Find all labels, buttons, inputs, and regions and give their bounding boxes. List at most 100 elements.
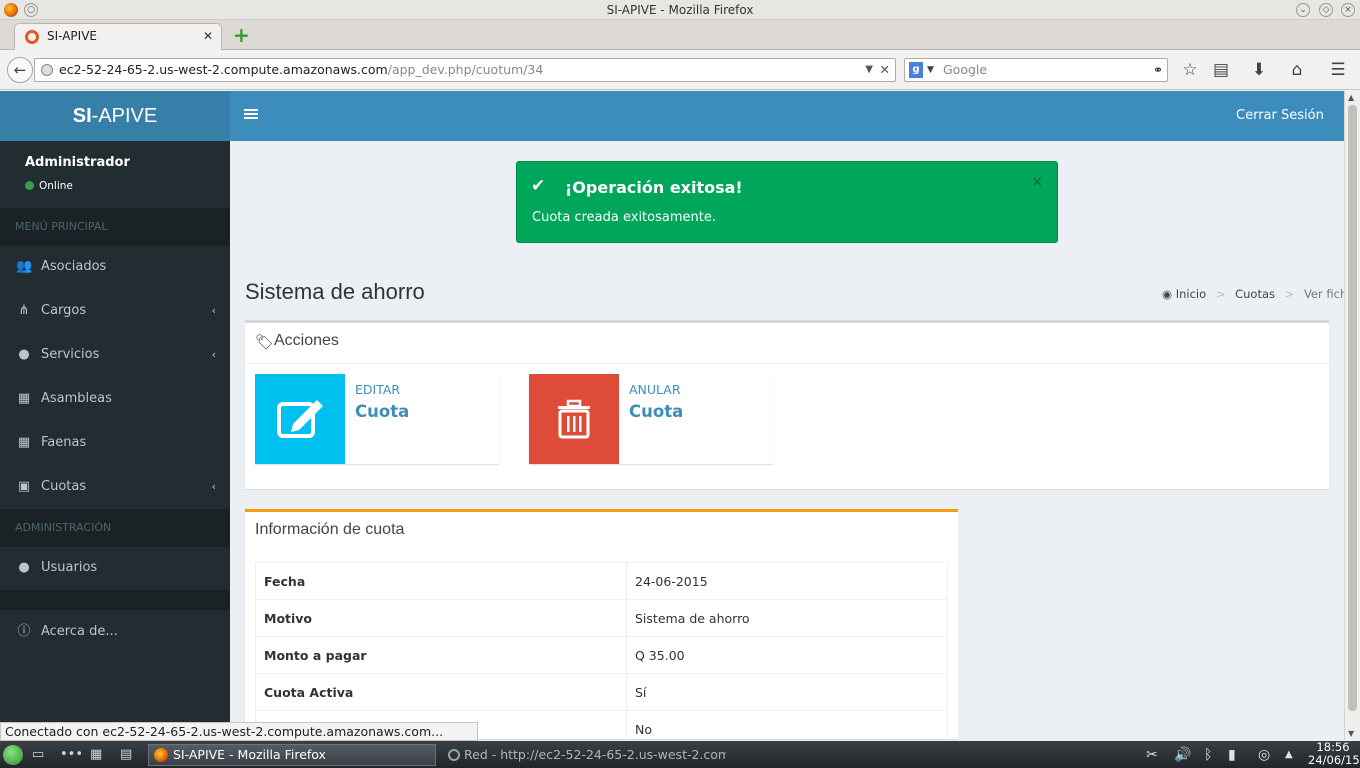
url-bar[interactable]: ec2-52-24-65-2.us-west-2.compute.amazona…	[34, 58, 896, 82]
reading-list-icon[interactable]: ▤	[1211, 60, 1231, 80]
firefox-logo-icon	[154, 748, 168, 762]
google-icon[interactable]: g	[909, 62, 923, 78]
row-value: Sí	[626, 673, 948, 711]
home-icon[interactable]: ⌂	[1287, 60, 1307, 80]
sidebar-toggle-icon[interactable]	[244, 107, 258, 123]
close-window-button[interactable]: ×	[1341, 3, 1355, 17]
breadcrumb-cuotas[interactable]: Cuotas	[1235, 287, 1275, 301]
workspace-icon[interactable]: ▦	[90, 746, 102, 764]
users-icon: 👥	[16, 259, 33, 274]
sidebar-item-label: Asociados	[41, 259, 107, 274]
sidebar-section-main: MENÚ PRINCIPAL	[0, 208, 230, 246]
void-label: ANULAR	[629, 382, 681, 397]
download-icon[interactable]: ⬇	[1249, 60, 1269, 80]
chevron-down-icon[interactable]: ▼	[865, 59, 873, 81]
sidebar-item-faenas[interactable]: ▦ Faenas	[0, 421, 230, 465]
more-icon[interactable]: •••	[60, 746, 83, 764]
chevron-left-icon: ‹	[211, 304, 216, 317]
sidebar-item-asociados[interactable]: 👥 Asociados	[0, 245, 230, 289]
void-target: Cuota	[629, 402, 684, 421]
sidebar-item-label: Servicios	[41, 347, 100, 362]
sidebar-section-admin: ADMINISTRACIÓN	[0, 509, 230, 547]
new-tab-button[interactable]: +	[233, 25, 250, 45]
chevron-left-icon: ‹	[211, 480, 216, 493]
taskbar-task-firefox[interactable]: SI-APIVE - Mozilla Firefox	[148, 744, 436, 766]
tint-icon: ●	[18, 347, 30, 362]
tray-expand-icon[interactable]: ▲	[1285, 746, 1293, 764]
user-name: Administrador	[25, 155, 130, 170]
success-alert: ✔ ¡Operación exitosa! Cuota creada exito…	[516, 161, 1058, 243]
breadcrumb-home[interactable]: Inicio	[1176, 287, 1206, 301]
logo-bold: SI	[72, 105, 92, 127]
row-value: 24-06-2015	[626, 562, 948, 600]
firefox-logo-icon	[4, 3, 18, 17]
url-host: ec2-52-24-65-2.us-west-2.compute.amazona…	[59, 62, 388, 77]
scroll-down-icon[interactable]: ▼	[1348, 729, 1354, 738]
dashboard-icon: ◉	[1162, 287, 1173, 301]
tools-icon[interactable]: ✂	[1146, 746, 1158, 764]
back-button[interactable]: ←	[7, 57, 33, 83]
clock[interactable]: 18:56 24/06/15	[1308, 741, 1360, 767]
sitemap-icon: ⋔	[18, 303, 30, 318]
binoculars-icon[interactable]: ⚭	[1153, 59, 1163, 81]
scroll-up-icon[interactable]: ▲	[1348, 93, 1354, 102]
app-logo[interactable]: SI-APIVE	[0, 91, 230, 141]
browser-status-text: Conectado con ec2-52-24-65-2.us-west-2.c…	[0, 722, 478, 741]
chevron-down-icon[interactable]: ▼	[927, 59, 934, 81]
sidebar-item-label: Usuarios	[41, 560, 98, 575]
sidebar-item-usuarios[interactable]: ● Usuarios	[0, 546, 230, 590]
table-row: Cuota Activa Sí	[255, 673, 948, 711]
menu-icon[interactable]: ☰	[1328, 60, 1348, 80]
bluetooth-icon[interactable]: ᛒ	[1204, 746, 1212, 764]
window-titlebar: ○ SI-APIVE - Mozilla Firefox ⌄ ◇ ×	[0, 0, 1360, 20]
battery-icon[interactable]: ▮	[1228, 746, 1236, 764]
actions-box-header	[245, 323, 1329, 364]
edit-cuota-button[interactable]: EDITAR Cuota	[255, 374, 499, 464]
bookmark-star-icon[interactable]: ☆	[1180, 60, 1200, 80]
row-key: Fecha	[255, 562, 627, 600]
row-value: Q 35.00	[626, 636, 948, 674]
sidebar-item-about[interactable]: ⓘ Acerca de...	[0, 610, 230, 654]
volume-icon[interactable]: 🔊	[1174, 746, 1191, 764]
window-menu-icon[interactable]: ○	[24, 3, 38, 17]
alert-close-button[interactable]: ×	[1031, 174, 1043, 190]
money-icon: ▣	[17, 479, 31, 494]
url-path: /app_dev.php/cuotum/34	[387, 62, 544, 77]
void-cuota-button[interactable]: ANULAR Cuota	[529, 374, 773, 464]
row-key: Motivo	[255, 599, 627, 637]
table-row: Motivo Sistema de ahorro	[255, 599, 948, 637]
maximize-button[interactable]: ◇	[1319, 3, 1333, 17]
logo-rest: -APIVE	[91, 105, 158, 127]
sidebar-item-servicios[interactable]: ● Servicios ‹	[0, 333, 230, 377]
sidebar-item-asambleas[interactable]: ▦ Asambleas	[0, 377, 230, 421]
browser-tab[interactable]: SI-APIVE ✕	[14, 23, 222, 50]
sidebar-item-cargos[interactable]: ⋔ Cargos ‹	[0, 289, 230, 333]
page-scrollbar[interactable]: ▲ ▼	[1344, 91, 1360, 740]
close-tab-icon[interactable]: ✕	[203, 24, 213, 49]
stop-icon[interactable]: ✕	[880, 59, 890, 81]
edit-target: Cuota	[355, 402, 410, 421]
start-menu-button[interactable]	[3, 745, 23, 765]
cuota-info-title: Información de cuota	[255, 521, 405, 538]
show-desktop-icon[interactable]: ▭	[32, 746, 44, 764]
taskbar-task-red[interactable]: Red - http://ec2-52-24-65-2.us-west-2.co…	[446, 744, 726, 766]
row-value: Sistema de ahorro	[626, 599, 948, 637]
minimize-button[interactable]: ⌄	[1296, 3, 1310, 17]
app-icon[interactable]: ▤	[120, 746, 132, 764]
sidebar-item-cuotas[interactable]: ▣ Cuotas ‹	[0, 465, 230, 509]
calendar-icon: ▦	[17, 435, 31, 450]
alert-message: Cuota creada exitosamente.	[532, 210, 716, 225]
sidebar-divider	[0, 590, 230, 610]
row-key: Monto a pagar	[255, 636, 627, 674]
network-icon	[448, 749, 460, 761]
logout-link[interactable]: Cerrar Sesión	[1222, 91, 1338, 141]
search-input[interactable]: g ▼ Google ⚭	[904, 58, 1168, 82]
scroll-thumb[interactable]	[1348, 105, 1357, 711]
user-status-label: Online	[39, 180, 73, 192]
row-key: Cuota Activa	[255, 673, 627, 711]
actions-title: Acciones	[274, 332, 339, 349]
wifi-icon[interactable]: ◎	[1258, 746, 1270, 764]
edit-icon	[255, 374, 345, 464]
favicon-icon	[25, 30, 39, 44]
clock-date: 24/06/15	[1308, 753, 1360, 767]
